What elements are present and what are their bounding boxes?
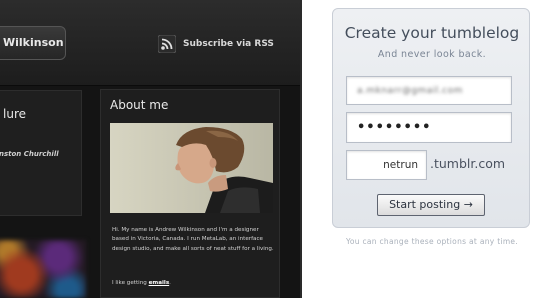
blog-name-tab[interactable]: Wilkinson	[0, 26, 66, 60]
url-value: netrun	[383, 159, 418, 171]
rss-label: Subscribe via RSS	[183, 39, 274, 49]
signup-subtitle: And never look back.	[377, 49, 487, 60]
featured-post-title: lure	[3, 107, 26, 121]
blog-theme-preview: Wilkinson Subscribe via RSS lure nston C…	[0, 0, 302, 298]
rss-icon	[158, 35, 176, 53]
password-value: ••••••••	[357, 120, 432, 135]
profile-photo-image	[110, 123, 273, 213]
theme-header: Wilkinson Subscribe via RSS	[0, 0, 300, 86]
url-domain-suffix: .tumblr.com	[430, 156, 506, 171]
options-help-text: You can change these options at any time…	[345, 237, 519, 246]
signup-card: Create your tumblelog And never look bac…	[332, 8, 530, 228]
contact-prefix: I like getting	[112, 280, 149, 286]
blurred-artwork-image	[0, 240, 86, 298]
about-title: About me	[110, 98, 169, 112]
featured-post-panel: lure nston Churchill	[0, 90, 82, 216]
featured-post-author: nston Churchill	[0, 150, 59, 158]
password-field[interactable]: ••••••••	[346, 112, 512, 143]
about-contact-line: I like getting emails.	[112, 279, 274, 288]
email-field[interactable]: a.mknarr@gmail.com	[346, 76, 512, 105]
contact-suffix: .	[169, 280, 171, 286]
signup-title: Create your tumblelog	[344, 24, 520, 42]
start-posting-button[interactable]: Start posting →	[377, 194, 485, 216]
emails-link[interactable]: emails	[149, 280, 170, 286]
subscribe-rss-link[interactable]: Subscribe via RSS	[158, 34, 274, 54]
about-bio-text: Hi. My name is Andrew Wilkinson and I'm …	[112, 227, 274, 252]
tumblelog-url-field[interactable]: netrun	[346, 150, 427, 180]
profile-photo	[110, 123, 273, 213]
about-me-panel: About me Hi. My name is Andrew Wilkinson…	[100, 89, 280, 298]
email-value: a.mknarr@gmail.com	[357, 86, 463, 96]
